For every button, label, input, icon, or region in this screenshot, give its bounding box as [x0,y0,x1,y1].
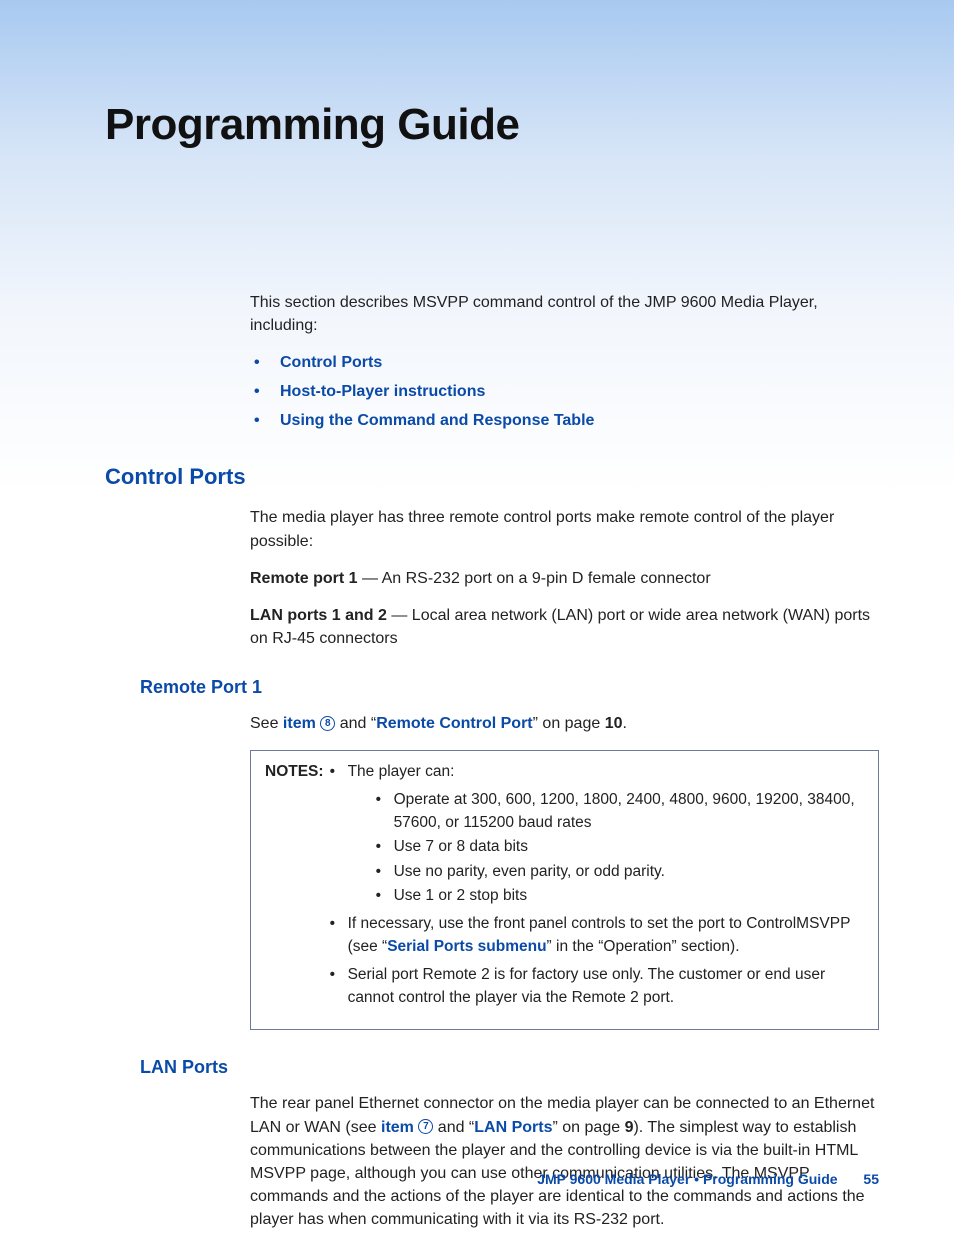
heading-lan-ports: LAN Ports [140,1054,879,1080]
notes-b2-post: ” in the “Operation” section). [547,938,740,955]
toc-item: Control Ports [250,351,879,374]
remote-port-1-def: Remote port 1 — An RS-232 port on a 9-pi… [250,567,879,590]
intro-text: This section describes MSVPP command con… [250,291,879,337]
notes-body: The player can: Operate at 300, 600, 120… [330,761,864,1016]
page-title: Programming Guide [105,100,879,151]
see-pre: See [250,715,283,732]
toc-link-host-to-player[interactable]: Host-to-Player instructions [280,383,485,400]
lan-ports-label: LAN ports 1 and 2 [250,607,387,624]
lan-ports-def: LAN ports 1 and 2 — Local area network (… [250,604,879,650]
link-serial-ports-submenu[interactable]: Serial Ports submenu [387,938,546,955]
circled-7-icon: 7 [418,1119,433,1134]
toc-link-command-response[interactable]: Using the Command and Response Table [280,412,594,429]
period: . [623,715,627,732]
page-footer: JMP 9600 Media Player • Programming Guid… [537,1171,879,1187]
notes-inner-item: Use 7 or 8 data bits [376,836,864,858]
control-ports-intro: The media player has three remote contro… [250,506,879,552]
circled-8-icon: 8 [320,716,335,731]
page-ref: 10 [605,715,623,732]
notes-item: If necessary, use the front panel contro… [330,913,864,958]
toc-list: Control Ports Host-to-Player instruction… [250,351,879,433]
notes-inner-list: Operate at 300, 600, 1200, 1800, 2400, 4… [376,789,864,907]
toc-item: Using the Command and Response Table [250,409,879,432]
section-control-ports: Control Ports [105,461,879,493]
and-quote: and “ [335,715,376,732]
link-item-7[interactable]: item 7 [381,1119,433,1136]
notes-outer-list: The player can: Operate at 300, 600, 120… [330,761,864,1010]
toc-item: Host-to-Player instructions [250,380,879,403]
heading-control-ports: Control Ports [105,461,879,493]
page: Programming Guide This section describes… [0,0,954,1232]
content-column: This section describes MSVPP command con… [250,291,879,1232]
notes-player-can: The player can: [348,763,455,780]
close-quote: ” on page [533,715,605,732]
remote-port-1-see: See item 8 and “Remote Control Port” on … [250,712,879,735]
notes-box: NOTES: The player can: Operate at 300, 6… [250,750,879,1031]
remote-port-1-text: — An RS-232 port on a 9-pin D female con… [358,570,711,587]
heading-remote-port-1: Remote Port 1 [140,674,879,700]
lan-ports-paragraph: The rear panel Ethernet connector on the… [250,1092,879,1231]
notes-item: Serial port Remote 2 is for factory use … [330,964,864,1009]
notes-inner-item: Use 1 or 2 stop bits [376,885,864,907]
notes-inner-item: Use no parity, even parity, or odd parit… [376,861,864,883]
lan-and-quote: and “ [433,1119,474,1136]
notes-inner-item: Operate at 300, 600, 1200, 1800, 2400, 4… [376,789,864,834]
toc-link-control-ports[interactable]: Control Ports [280,354,382,371]
footer-text: JMP 9600 Media Player • Programming Guid… [537,1171,837,1187]
remote-port-1-label: Remote port 1 [250,570,358,587]
notes-item: The player can: Operate at 300, 600, 120… [330,761,864,908]
link-item-8[interactable]: item 8 [283,715,335,732]
lan-close-quote: ” on page [553,1119,625,1136]
footer-page-number: 55 [863,1171,879,1187]
link-lan-ports[interactable]: LAN Ports [474,1119,552,1136]
link-remote-control-port[interactable]: Remote Control Port [376,715,532,732]
notes-label: NOTES: [265,761,324,1016]
